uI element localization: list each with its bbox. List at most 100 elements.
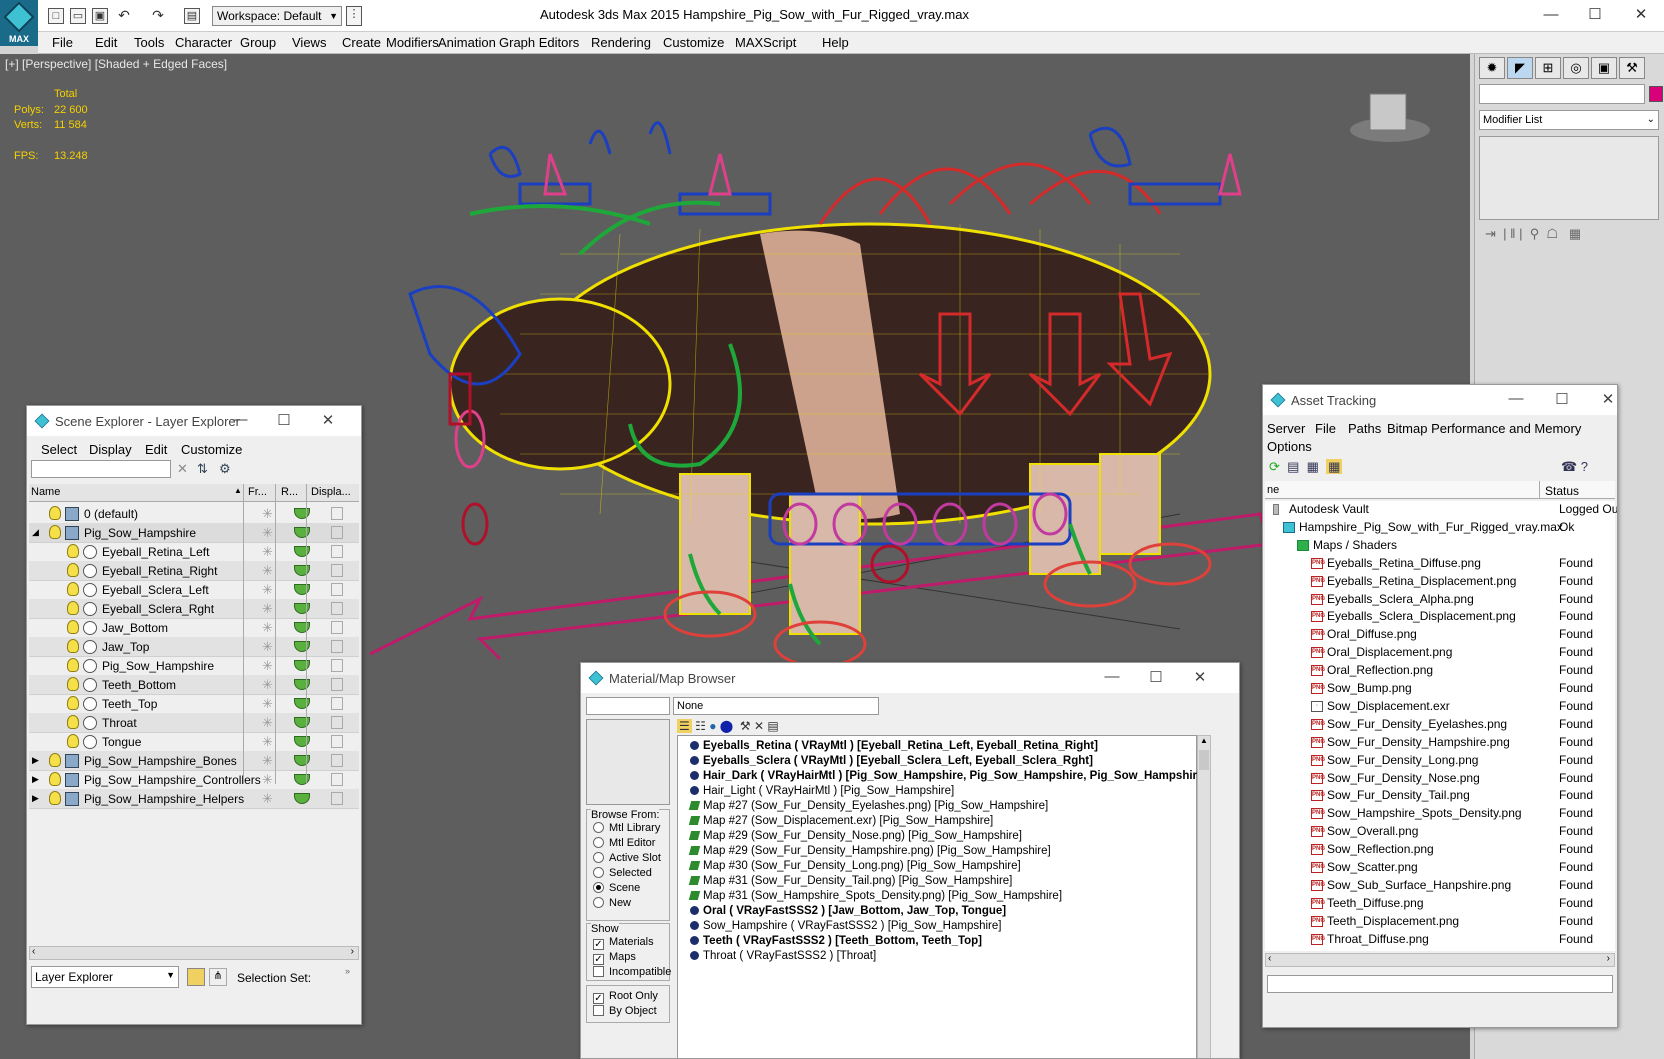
expand-icon[interactable]: » (345, 966, 350, 976)
freeze-icon[interactable]: ✳ (262, 544, 273, 560)
menu-views[interactable]: Views (292, 35, 326, 50)
asset-row[interactable]: PNG Oral_Reflection.png Found (1269, 662, 1617, 680)
asset-tracking-titlebar[interactable]: Asset Tracking — ☐ ✕ (1263, 385, 1617, 415)
options-icon[interactable]: ⚙ (219, 461, 231, 477)
open-file-icon[interactable]: ▭ (70, 8, 86, 24)
hide-bulb-icon[interactable] (49, 506, 61, 520)
material-list-item[interactable]: Hair_Dark ( VRayHairMtl ) [Pig_Sow_Hamps… (690, 770, 1207, 782)
freeze-icon[interactable]: ✳ (262, 601, 273, 617)
hide-bulb-icon[interactable] (49, 525, 61, 539)
menu-customize[interactable]: Customize (663, 35, 724, 50)
menu-bitmap-performance[interactable]: Bitmap Performance and Memory (1387, 421, 1581, 436)
browse-selected-radio[interactable]: Selected (593, 867, 652, 879)
modifier-list-dropdown[interactable]: Modifier List ⌄ (1479, 110, 1659, 130)
object-color-swatch[interactable] (1649, 86, 1663, 102)
maximize-button[interactable]: ☐ (1549, 390, 1575, 408)
display-box-icon[interactable] (331, 545, 343, 558)
vault-login-icon[interactable]: ☎ ? (1561, 459, 1588, 475)
scroll-left-icon[interactable]: ‹ (1268, 953, 1271, 964)
hide-bulb-icon[interactable] (67, 601, 79, 615)
horizontal-scrollbar[interactable]: ‹ › (1265, 953, 1615, 967)
asset-row[interactable]: PNG Oral_Displacement.png Found (1269, 644, 1617, 662)
column-name[interactable]: Name (31, 486, 60, 498)
asset-row[interactable]: PNG Teeth_Displacement.png Found (1269, 913, 1617, 931)
browser-toolbar-icons[interactable]: ☰ ☷ ● ⬤ ⚒ ✕ ▤ (677, 719, 779, 733)
overflow-icon[interactable]: ⋮ (346, 6, 362, 26)
display-box-icon[interactable] (331, 697, 343, 710)
asset-row[interactable]: PNG Throat_Diffuse.png Found (1269, 931, 1617, 949)
object-row[interactable]: Jaw_Bottom ✳ (29, 618, 359, 638)
display-box-icon[interactable] (331, 583, 343, 596)
close-button[interactable]: ✕ (315, 411, 341, 429)
menu-tools[interactable]: Tools (134, 35, 164, 50)
menu-customize[interactable]: Customize (181, 442, 242, 457)
menu-options[interactable]: Options (1267, 439, 1312, 454)
renderable-teapot-icon[interactable] (294, 527, 310, 538)
object-row[interactable]: Pig_Sow_Hampshire ✳ (29, 656, 359, 676)
material-list-item[interactable]: Eyeballs_Sclera ( VRayMtl ) [Eyeball_Scl… (690, 755, 1093, 767)
map-list-item[interactable]: Map #31 (Sow_Fur_Density_Tail.png) [Pig_… (688, 875, 1012, 887)
asset-row[interactable]: PNG Sow_Bump.png Found (1269, 680, 1617, 698)
renderable-teapot-icon[interactable] (294, 622, 310, 633)
hide-bulb-icon[interactable] (67, 658, 79, 672)
material-list-item[interactable]: Sow_Hampshire ( VRayFastSSS2 ) [Pig_Sow_… (690, 920, 1001, 932)
asset-row[interactable]: Autodesk Vault Logged Out (1269, 501, 1617, 519)
menu-select[interactable]: Select (41, 442, 77, 457)
display-box-icon[interactable] (331, 621, 343, 634)
display-box-icon[interactable] (331, 792, 343, 805)
maximize-button[interactable]: ☐ (271, 411, 297, 429)
object-name-input[interactable] (1479, 84, 1645, 104)
expand-icon[interactable]: ▶ (32, 793, 39, 804)
layer-row[interactable]: ▶ Pig_Sow_Hampshire_Controllers ✳ (29, 770, 359, 790)
menu-character[interactable]: Character (175, 35, 232, 50)
minimize-button[interactable]: — (1503, 390, 1529, 407)
hide-bulb-icon[interactable] (67, 563, 79, 577)
browse-scene-radio[interactable]: Scene (593, 882, 640, 894)
new-file-icon[interactable]: □ (48, 8, 64, 24)
map-list-item[interactable]: Map #29 (Sow_Fur_Density_Nose.png) [Pig_… (688, 830, 1022, 842)
hide-bulb-icon[interactable] (49, 791, 61, 805)
menu-animation[interactable]: Animation (438, 35, 496, 50)
scene-explorer-titlebar[interactable]: Scene Explorer - Layer Explorer — ☐ ✕ (27, 406, 361, 436)
incompatible-checkbox[interactable]: Incompatible (593, 966, 671, 978)
map-list-item[interactable]: Map #29 (Sow_Fur_Density_Hampshire.png) … (688, 845, 1051, 857)
viewcube-icon[interactable] (1350, 93, 1430, 142)
collapse-icon[interactable]: ◢ (32, 527, 39, 538)
asset-row[interactable]: PNG Teeth_Diffuse.png Found (1269, 895, 1617, 913)
close-button[interactable]: ✕ (1187, 668, 1213, 686)
hierarchy-tab-icon[interactable]: ⊞ (1535, 57, 1561, 79)
map-list-item[interactable]: Map #31 (Sow_Hampshire_Spots_Density.png… (688, 890, 1062, 902)
menu-graph-editors[interactable]: Graph Editors (499, 35, 579, 50)
display-box-icon[interactable] (331, 773, 343, 786)
asset-row[interactable]: PNG Sow_Reflection.png Found (1269, 841, 1617, 859)
utilities-tab-icon[interactable]: ⚒ (1619, 57, 1645, 79)
column-name[interactable]: ne (1267, 484, 1279, 496)
hierarchy-toggle-icon[interactable]: ⋔ (209, 968, 227, 986)
menu-help[interactable]: Help (822, 35, 849, 50)
display-box-icon[interactable] (331, 678, 343, 691)
object-row[interactable]: Tongue ✳ (29, 732, 359, 752)
material-list-item[interactable]: Throat ( VRayFastSSS2 ) [Throat] (690, 950, 876, 962)
horizontal-scrollbar[interactable]: ‹ › (29, 946, 359, 960)
save-file-icon[interactable]: ▣ (92, 8, 108, 24)
layer-row[interactable]: ▶ Pig_Sow_Hampshire_Helpers ✳ (29, 789, 359, 809)
layer-row[interactable]: ◢ Pig_Sow_Hampshire ✳ (29, 523, 359, 543)
object-row[interactable]: Eyeball_Sclera_Left ✳ (29, 580, 359, 600)
renderable-teapot-icon[interactable] (294, 717, 310, 728)
asset-row[interactable]: PNG Eyeballs_Sclera_Displacement.png Found (1269, 608, 1617, 626)
browse-active-slot-radio[interactable]: Active Slot (593, 852, 661, 864)
display-box-icon[interactable] (331, 659, 343, 672)
menu-paths[interactable]: Paths (1348, 421, 1381, 436)
close-button[interactable]: ✕ (1626, 4, 1656, 26)
column-status[interactable]: Status (1545, 484, 1579, 498)
hide-bulb-icon[interactable] (67, 677, 79, 691)
menu-create[interactable]: Create (342, 35, 381, 50)
object-row[interactable]: Eyeball_Retina_Right ✳ (29, 561, 359, 581)
material-browser-titlebar[interactable]: Material/Map Browser — ☐ ✕ (581, 663, 1239, 693)
freeze-icon[interactable]: ✳ (262, 734, 273, 750)
root-only-checkbox[interactable]: ✓ Root Only (593, 990, 658, 1004)
minimize-button[interactable]: — (1099, 668, 1125, 685)
freeze-icon[interactable]: ✳ (262, 715, 273, 731)
menu-maxscript[interactable]: MAXScript (735, 35, 796, 50)
material-search-input[interactable] (586, 697, 670, 715)
